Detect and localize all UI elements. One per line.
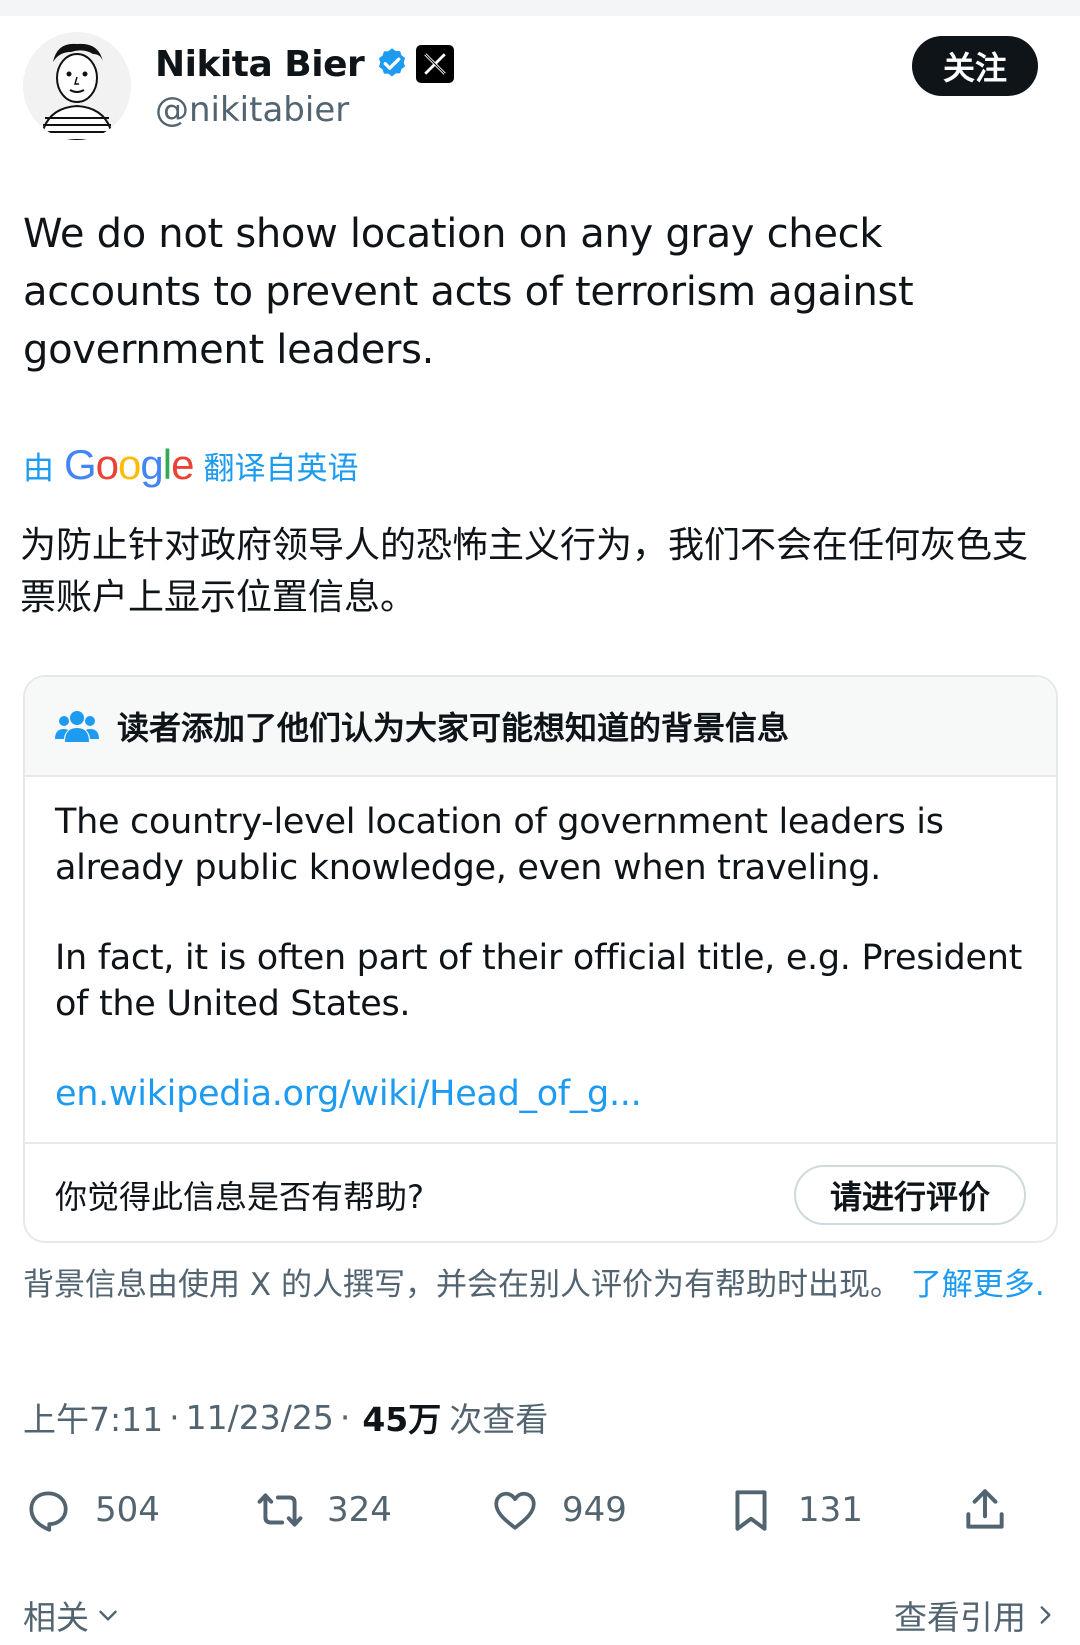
community-note-link[interactable]: en.wikipedia.org/wiki/Head_of_g... bbox=[55, 1074, 642, 1114]
tweet-time[interactable]: 上午7:11 bbox=[23, 1393, 163, 1441]
translated-by[interactable]: 由 Google 翻译自英语 bbox=[23, 440, 358, 490]
follow-button[interactable]: 关注 bbox=[912, 36, 1038, 96]
share-button[interactable] bbox=[960, 1480, 1010, 1540]
related-toggle[interactable]: 相关 bbox=[23, 1591, 121, 1639]
like-count: 949 bbox=[562, 1490, 627, 1530]
top-bar bbox=[0, 0, 1080, 16]
chevron-right-icon bbox=[1040, 1606, 1051, 1624]
bookmark-button[interactable]: 131 bbox=[726, 1480, 863, 1540]
meta-separator: · bbox=[339, 1397, 351, 1437]
bookmark-count: 131 bbox=[798, 1490, 863, 1530]
disclaimer-end: . bbox=[1034, 1267, 1045, 1303]
x-logo-icon bbox=[416, 45, 455, 83]
helpful-question: 你觉得此信息是否有帮助? bbox=[55, 1177, 424, 1216]
translated-by-suffix: 翻译自英语 bbox=[203, 450, 359, 487]
author-handle[interactable]: @nikitabier bbox=[155, 90, 349, 130]
meta-separator: · bbox=[169, 1397, 180, 1437]
learn-more-link[interactable]: 了解更多 bbox=[911, 1267, 1035, 1303]
verified-badge-icon bbox=[379, 48, 406, 77]
community-note: 读者添加了他们认为大家可能想知道的背景信息 The country-level … bbox=[23, 675, 1058, 1243]
translated-by-prefix: 由 bbox=[23, 450, 54, 487]
avatar[interactable] bbox=[23, 32, 131, 140]
tweet-meta: 上午7:11 · 11/23/25 · 45万 次查看 bbox=[23, 1392, 548, 1442]
chevron-down-icon bbox=[99, 1610, 117, 1621]
community-note-body: The country-level location of government… bbox=[25, 777, 1056, 1117]
related-label: 相关 bbox=[23, 1598, 89, 1637]
repost-count: 324 bbox=[327, 1490, 392, 1530]
repost-button[interactable]: 324 bbox=[255, 1480, 392, 1540]
community-note-footer: 你觉得此信息是否有帮助? 请进行评价 bbox=[25, 1142, 1056, 1241]
like-icon bbox=[494, 1491, 536, 1530]
reply-count: 504 bbox=[95, 1490, 160, 1530]
reply-icon bbox=[29, 1491, 68, 1532]
note-disclaimer: 背景信息由使用 X 的人撰写，并会在别人评价为有帮助时出现。 了解更多. bbox=[23, 1262, 1058, 1308]
view-count: 45万 bbox=[362, 1400, 442, 1439]
tweet-date[interactable]: 11/23/25 bbox=[186, 1398, 334, 1437]
people-icon bbox=[55, 711, 99, 742]
repost-icon bbox=[257, 1493, 303, 1527]
community-note-paragraph-2: In fact, it is often part of their offic… bbox=[55, 938, 1023, 1024]
translated-text: 为防止针对政府领导人的恐怖主义行为，我们不会在任何灰色支票账户上显示位置信息。 bbox=[20, 525, 1029, 618]
author-name-row: Nikita Bier bbox=[155, 42, 455, 86]
view-quotes-link[interactable]: 查看引用 bbox=[894, 1591, 1058, 1639]
community-note-header: 读者添加了他们认为大家可能想知道的背景信息 bbox=[25, 677, 1056, 777]
tweet-text: We do not show location on any gray chec… bbox=[23, 211, 914, 373]
share-icon bbox=[966, 1489, 1004, 1529]
tweet-actions: 504 324 949 131 bbox=[23, 1480, 1058, 1540]
reply-button[interactable]: 504 bbox=[23, 1480, 160, 1540]
view-quotes-label: 查看引用 bbox=[894, 1598, 1026, 1637]
bookmark-icon bbox=[735, 1490, 767, 1531]
disclaimer-text: 背景信息由使用 X 的人撰写，并会在别人评价为有帮助时出现。 bbox=[23, 1267, 901, 1303]
rate-button[interactable]: 请进行评价 bbox=[794, 1164, 1026, 1225]
author-display-name[interactable]: Nikita Bier bbox=[155, 44, 365, 85]
community-note-title: 读者添加了他们认为大家可能想知道的背景信息 bbox=[117, 709, 790, 747]
like-button[interactable]: 949 bbox=[490, 1480, 627, 1540]
community-note-paragraph-1: The country-level location of government… bbox=[55, 802, 944, 888]
views-label: 次查看 bbox=[449, 1400, 549, 1439]
google-logo: Google bbox=[64, 441, 194, 488]
bottom-row: 相关 查看引用 bbox=[23, 1590, 1058, 1640]
